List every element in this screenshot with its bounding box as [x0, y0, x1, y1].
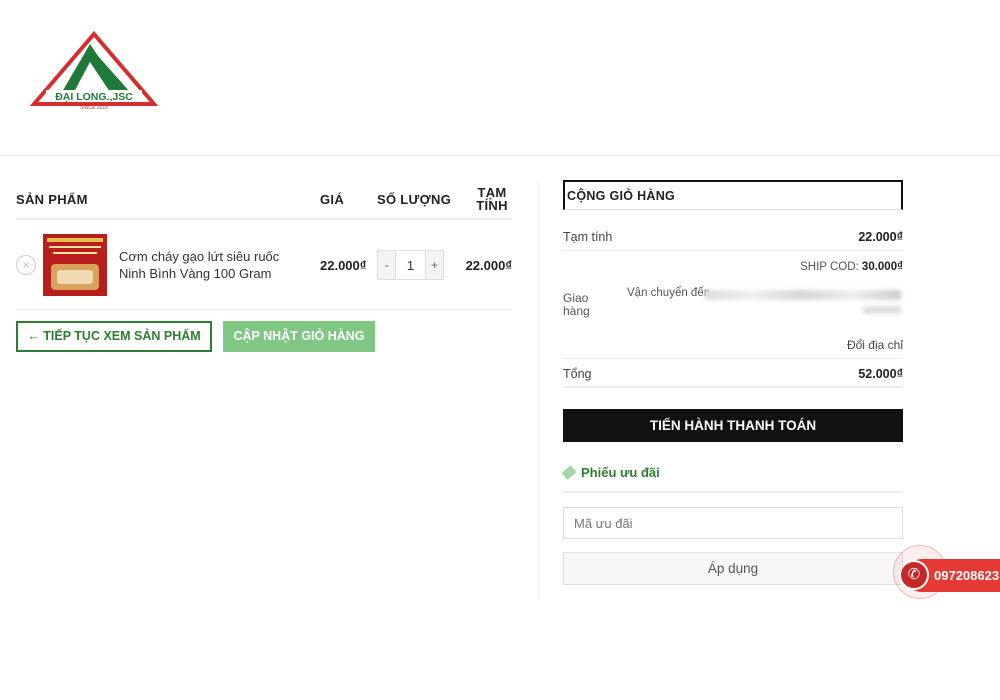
dai-long-logo-icon: ĐẠI LONG.,JSC SINCE 2010	[30, 30, 158, 111]
divider	[563, 358, 903, 359]
quantity-stepper: - +	[377, 250, 444, 280]
product-price: 22.000₫	[320, 258, 367, 273]
quantity-input[interactable]	[395, 251, 426, 279]
col-subtotal: TẠM TÍNH	[472, 186, 512, 212]
tag-icon	[561, 465, 577, 480]
quantity-minus-button[interactable]: -	[378, 251, 395, 279]
col-price: GIÁ	[320, 192, 345, 207]
total-value: 52.000₫	[858, 367, 903, 381]
svg-text:SINCE 2010: SINCE 2010	[80, 105, 108, 111]
ship-to-label: Vận chuyển đến	[627, 287, 711, 299]
total-label: Tổng	[563, 367, 592, 381]
subtotal-label: Tạm tính	[563, 230, 613, 244]
cart-table: SẢN PHẨM GIÁ SỐ LƯỢNG TẠM TÍNH × Cơm cháy…	[16, 180, 512, 310]
coupon-title-text: Phiếu ưu đãi	[581, 465, 660, 480]
subtotal-value: 22.000₫	[858, 230, 903, 244]
checkout-button[interactable]: TIẾN HÀNH THANH TOÁN	[563, 409, 903, 442]
shipping-label-line2: hàng	[563, 304, 590, 318]
apply-coupon-button[interactable]: Áp dụng	[563, 552, 903, 585]
quantity-plus-button[interactable]: +	[426, 251, 443, 279]
continue-shopping-button[interactable]: ← TIẾP TỤC XEM SẢN PHẨM	[16, 321, 212, 352]
svg-text:ĐẠI LONG.,JSC: ĐẠI LONG.,JSC	[55, 91, 133, 103]
update-cart-button[interactable]: CẬP NHẬT GIỎ HÀNG	[223, 321, 375, 352]
shipping-method: SHIP COD: 30.000₫	[800, 261, 903, 273]
ship-cod-value: 30.000₫	[861, 261, 903, 273]
col-quantity: SỐ LƯỢNG	[377, 192, 452, 207]
cart-totals-title: CỘNG GIỎ HÀNG	[563, 180, 903, 210]
shipping-label: Giao hàng	[563, 292, 590, 318]
shipping-label-line1: Giao	[563, 291, 589, 305]
column-divider	[538, 180, 539, 598]
cart-table-header: SẢN PHẨM GIÁ SỐ LƯỢNG TẠM TÍNH	[16, 180, 512, 220]
divider	[563, 250, 903, 251]
col-subtotal-line2: TÍNH	[476, 198, 508, 213]
product-thumbnail[interactable]	[43, 234, 107, 296]
ship-cod-label: SHIP COD:	[800, 261, 859, 273]
change-address-link[interactable]: Đổi địa chỉ	[847, 338, 903, 352]
hotline-number[interactable]: 097208623	[934, 568, 999, 583]
redacted-address	[705, 290, 901, 300]
coupon-code-input[interactable]	[563, 507, 903, 539]
col-product: SẢN PHẨM	[16, 192, 88, 207]
product-subtotal: 22.000₫	[465, 258, 512, 273]
phone-icon[interactable]: ✆	[899, 560, 929, 590]
coupon-title: Phiếu ưu đãi	[561, 465, 660, 480]
divider	[563, 491, 903, 493]
cart-totals: CỘNG GIỎ HÀNG Tạm tính 22.000₫ SHIP COD:…	[561, 180, 903, 585]
remove-item-icon[interactable]: ×	[16, 255, 36, 275]
cart-item-row: × Cơm cháy gạo lứt siêu ruốc Ninh Bình V…	[16, 220, 512, 310]
redacted-address-2	[863, 306, 901, 314]
divider	[563, 386, 903, 388]
product-name-link[interactable]: Cơm cháy gạo lứt siêu ruốc Ninh Bình Vàn…	[119, 248, 309, 282]
site-header: ĐẠI LONG.,JSC SINCE 2010	[0, 0, 1000, 156]
site-logo[interactable]: ĐẠI LONG.,JSC SINCE 2010	[30, 30, 158, 112]
